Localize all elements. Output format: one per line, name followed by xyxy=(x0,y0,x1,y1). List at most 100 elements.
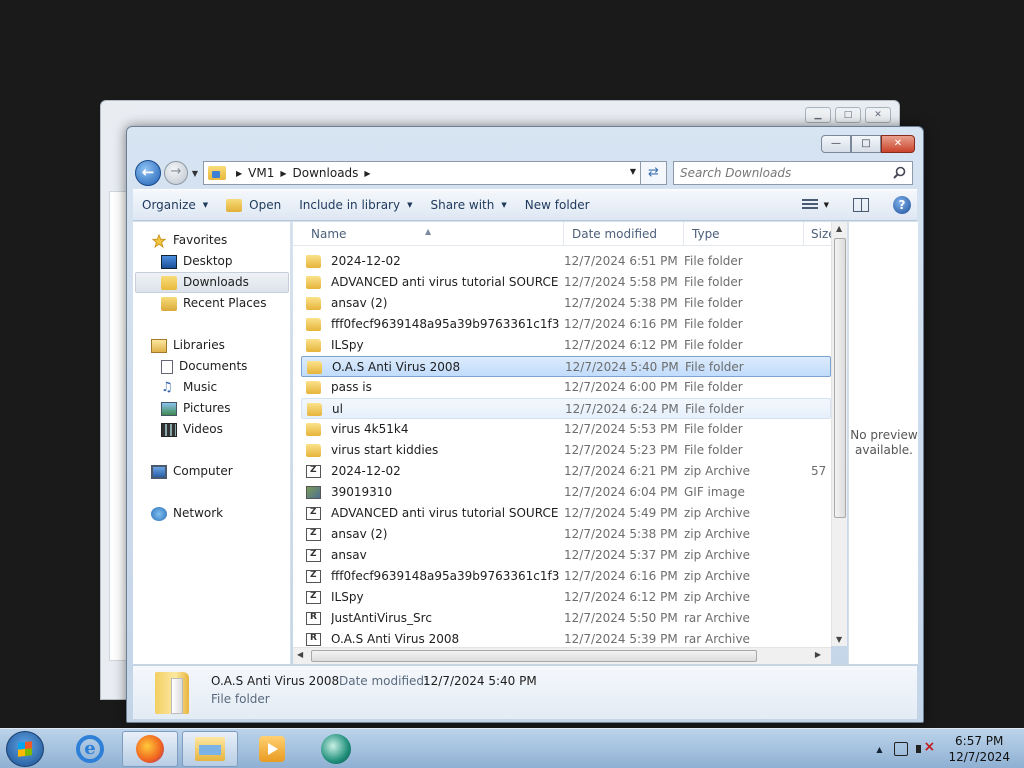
refresh-button[interactable]: ⇄ xyxy=(641,161,667,185)
clock[interactable]: 6:57 PM 12/7/2024 xyxy=(948,733,1010,765)
breadcrumb-chevron-icon[interactable]: ▶ xyxy=(236,169,242,178)
file-row[interactable]: fff0fecf9639148a95a39b9763361c1f3ceb2...… xyxy=(301,566,831,587)
close-button[interactable]: ✕ xyxy=(881,135,915,153)
file-type: rar Archive xyxy=(684,632,750,646)
include-in-library-button[interactable]: Include in library ▼ xyxy=(290,193,421,217)
start-button[interactable] xyxy=(6,731,44,767)
file-row[interactable]: O.A.S Anti Virus 2008 12/7/2024 5:40 PM Fi… xyxy=(301,356,831,377)
scroll-right-icon[interactable]: ▶ xyxy=(815,650,821,659)
maximize-button[interactable]: □ xyxy=(851,135,881,153)
taskbar-windows-explorer[interactable] xyxy=(182,731,238,767)
column-divider[interactable] xyxy=(803,222,804,246)
file-row[interactable]: ansav (2) 12/7/2024 5:38 PM File folder xyxy=(301,293,831,314)
search-box[interactable] xyxy=(673,161,913,185)
file-row[interactable]: JustAntiVirus_Src 12/7/2024 5:50 PM rar Ar… xyxy=(301,608,831,629)
preview-pane-icon[interactable] xyxy=(853,198,869,212)
file-name: virus start kiddies xyxy=(331,443,439,457)
nav-network[interactable]: Network xyxy=(151,503,223,524)
column-name[interactable]: Name xyxy=(311,227,346,241)
view-options-chevron-icon[interactable]: ▼ xyxy=(824,201,829,209)
sort-ascending-icon: ▲ xyxy=(425,227,432,236)
file-name: ILSpy xyxy=(331,590,364,604)
folder-icon xyxy=(306,339,321,352)
nav-favorites[interactable]: Favorites xyxy=(151,230,227,251)
search-icon[interactable] xyxy=(893,166,906,179)
vertical-scroll-thumb[interactable] xyxy=(834,238,846,518)
zip-archive-icon xyxy=(306,528,321,541)
selected-folder-icon xyxy=(155,672,189,714)
speaker-muted-icon[interactable] xyxy=(916,739,935,756)
network-tray-icon[interactable] xyxy=(894,742,909,756)
new-folder-button[interactable]: New folder xyxy=(516,193,599,217)
horizontal-scrollbar[interactable]: ◀ ▶ xyxy=(293,647,831,664)
file-row[interactable]: ILSpy 12/7/2024 6:12 PM File folder xyxy=(301,335,831,356)
rar-archive-icon xyxy=(306,633,321,646)
change-view-icon[interactable] xyxy=(801,199,818,211)
nav-documents[interactable]: Documents xyxy=(161,356,247,377)
file-type: File folder xyxy=(684,254,743,268)
organize-button[interactable]: Organize ▼ xyxy=(133,193,217,217)
back-button[interactable]: ← xyxy=(135,160,161,186)
taskbar-green-app[interactable] xyxy=(308,731,364,767)
column-divider[interactable] xyxy=(563,222,564,246)
column-divider[interactable] xyxy=(683,222,684,246)
file-row[interactable]: ADVANCED anti virus tutorial SOURCE C...… xyxy=(301,503,831,524)
file-row[interactable]: 2024-12-02 12/7/2024 6:21 PM zip Archive 57 xyxy=(301,461,831,482)
close-icon[interactable]: ✕ xyxy=(865,107,891,123)
file-date: 12/7/2024 6:04 PM xyxy=(564,485,678,499)
nav-desktop[interactable]: Desktop xyxy=(161,251,233,272)
file-type: File folder xyxy=(685,402,744,416)
vertical-scrollbar[interactable]: ▲ ▼ xyxy=(831,222,847,646)
open-button[interactable]: Open xyxy=(217,193,290,217)
scroll-down-icon[interactable]: ▼ xyxy=(836,635,842,644)
videos-icon xyxy=(161,422,177,437)
minimize-button[interactable]: — xyxy=(821,135,851,153)
help-icon[interactable]: ? xyxy=(893,196,911,214)
column-size[interactable]: Size xyxy=(811,227,831,241)
file-row[interactable]: fff0fecf9639148a95a39b9763361c1f3ceb2...… xyxy=(301,314,831,335)
file-row[interactable]: ansav (2) 12/7/2024 5:38 PM zip Archive xyxy=(301,524,831,545)
taskbar-internet-explorer[interactable]: e xyxy=(62,731,118,767)
file-list[interactable]: ▲ Name Date modified Type Size 2024-12-0… xyxy=(293,222,831,664)
minimize-icon[interactable]: ▁ xyxy=(805,107,831,123)
column-type[interactable]: Type xyxy=(692,227,720,241)
taskbar-firefox[interactable] xyxy=(122,731,178,767)
file-row[interactable]: virus 4k51k4 12/7/2024 5:53 PM File folder xyxy=(301,419,831,440)
file-row[interactable]: pass is 12/7/2024 6:00 PM File folder xyxy=(301,377,831,398)
taskbar-media-player[interactable] xyxy=(244,731,300,767)
scroll-up-icon[interactable]: ▲ xyxy=(836,224,842,233)
breadcrumb-downloads[interactable]: Downloads xyxy=(293,166,359,180)
horizontal-scroll-thumb[interactable] xyxy=(311,650,757,662)
scroll-left-icon[interactable]: ◀ xyxy=(297,650,303,659)
breadcrumb-chevron-icon[interactable]: ▶ xyxy=(280,169,286,178)
file-type: zip Archive xyxy=(684,464,750,478)
search-input[interactable] xyxy=(680,166,880,180)
address-dropdown-icon[interactable]: ▼ xyxy=(630,167,636,176)
nav-downloads[interactable]: Downloads xyxy=(135,272,289,293)
column-date-modified[interactable]: Date modified xyxy=(572,227,657,241)
file-row[interactable]: ADVANCED anti virus tutorial SOURCE C...… xyxy=(301,272,831,293)
file-row[interactable]: 2024-12-02 12/7/2024 6:51 PM File folder xyxy=(301,251,831,272)
file-row[interactable]: ILSpy 12/7/2024 6:12 PM zip Archive xyxy=(301,587,831,608)
maximize-icon[interactable]: □ xyxy=(835,107,861,123)
address-bar[interactable]: ▶ VM1 ▶ Downloads ▶ ▼ xyxy=(203,161,641,185)
folder-icon xyxy=(307,403,322,416)
breadcrumb-vm1[interactable]: VM1 xyxy=(248,166,274,180)
file-row[interactable]: virus start kiddies 12/7/2024 5:23 PM File… xyxy=(301,440,831,461)
file-row[interactable]: ul 12/7/2024 6:24 PM File folder xyxy=(301,398,831,419)
show-hidden-icons-icon[interactable]: ▲ xyxy=(876,745,882,754)
share-with-button[interactable]: Share with ▼ xyxy=(421,193,515,217)
nav-libraries[interactable]: Libraries xyxy=(151,335,225,356)
nav-videos[interactable]: Videos xyxy=(161,419,223,440)
nav-pictures[interactable]: Pictures xyxy=(161,398,231,419)
nav-recent-places[interactable]: Recent Places xyxy=(161,293,266,314)
file-name: 2024-12-02 xyxy=(331,464,401,478)
file-row[interactable]: ansav 12/7/2024 5:37 PM zip Archive xyxy=(301,545,831,566)
file-row[interactable]: 39019310 12/7/2024 6:04 PM GIF image xyxy=(301,482,831,503)
nav-computer[interactable]: Computer xyxy=(151,461,233,482)
nav-music[interactable]: ♫ Music xyxy=(161,377,217,398)
file-name: virus 4k51k4 xyxy=(331,422,409,436)
forward-button[interactable]: → xyxy=(164,161,188,185)
breadcrumb-chevron-icon[interactable]: ▶ xyxy=(364,169,370,178)
recent-pages-dropdown[interactable]: ▼ xyxy=(189,169,201,178)
